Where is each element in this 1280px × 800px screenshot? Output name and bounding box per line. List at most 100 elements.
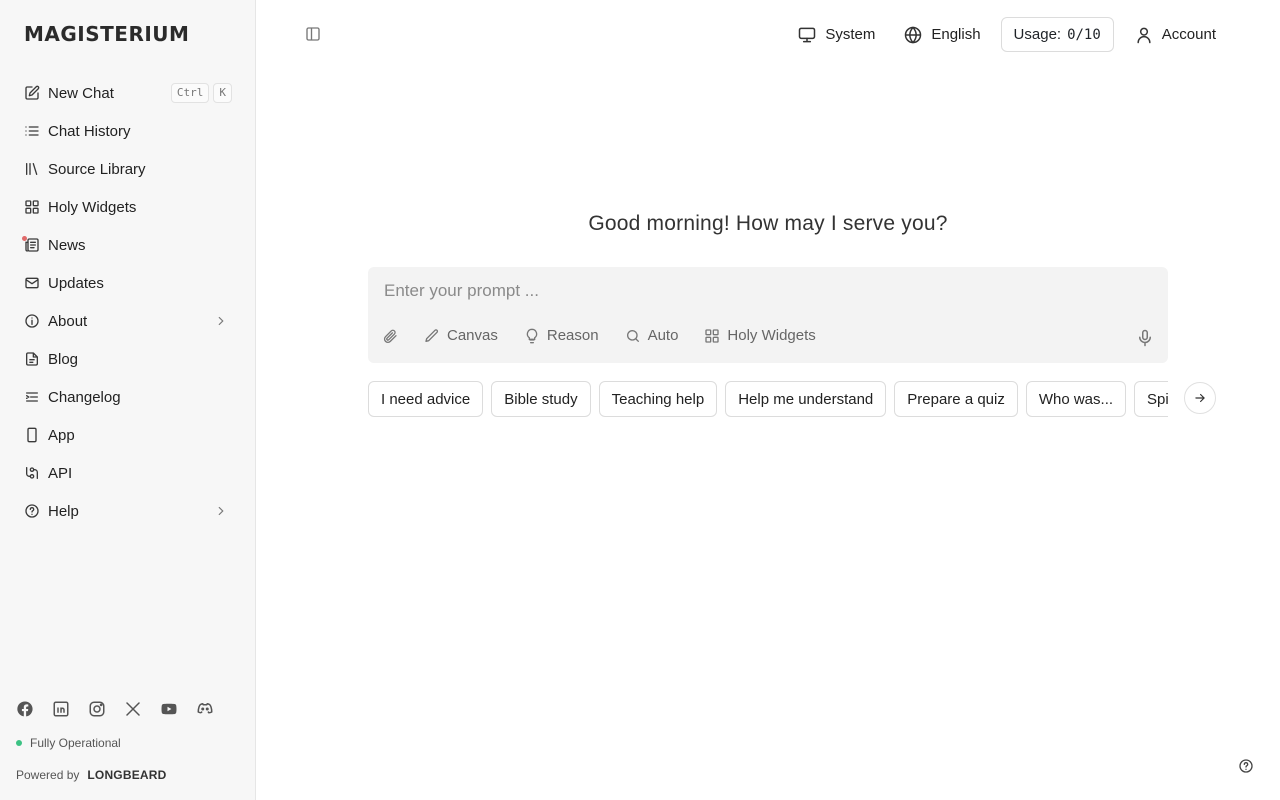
sidebar-item-label: About — [48, 312, 88, 330]
tool-label: Canvas — [447, 327, 498, 344]
library-icon — [24, 161, 40, 177]
tool-reason[interactable]: Reason — [524, 327, 599, 344]
arrow-right-icon — [1195, 393, 1205, 403]
sidebar-item-label: Updates — [48, 274, 104, 292]
sidebar-item-news[interactable]: News — [16, 226, 240, 264]
usage-label: Usage: — [1013, 26, 1062, 43]
tool-label: Auto — [647, 327, 679, 344]
grid-icon — [705, 328, 720, 343]
sidebar-item-chat-history[interactable]: Chat History — [16, 112, 240, 150]
suggestion-chip[interactable]: Spiritual guidance — [1134, 381, 1168, 417]
sidebar-item-label: Chat History — [48, 122, 131, 140]
top-bar: System English Usage: 0/10 Account — [789, 17, 1224, 52]
usage-value: 0/10 — [1067, 26, 1101, 43]
monitor-icon — [799, 27, 816, 42]
sidebar-item-holy-widgets[interactable]: Holy Widgets — [16, 188, 240, 226]
sidebar-item-label: New Chat — [48, 84, 114, 102]
shortcut-keys: Ctrl K — [170, 83, 232, 103]
suggestion-chip[interactable]: Teaching help — [598, 381, 718, 417]
sidebar-item-label: Source Library — [48, 160, 146, 178]
suggestion-chip[interactable]: I need advice — [368, 381, 484, 417]
sidebar: MAGISTERIUM New Chat Ctrl K Chat History… — [0, 0, 256, 800]
powered-by-label: Powered by — [16, 768, 80, 782]
suggestion-chip[interactable]: Help me understand — [725, 381, 887, 417]
sidebar-item-api[interactable]: API — [16, 454, 240, 492]
prompt-box: Canvas Reason Auto Holy Widgets — [368, 267, 1168, 363]
help-icon — [24, 503, 40, 519]
usage-badge[interactable]: Usage: 0/10 — [1000, 17, 1114, 52]
changelog-icon — [24, 389, 40, 405]
document-icon — [24, 351, 40, 367]
mail-icon — [24, 275, 40, 291]
edit-icon — [24, 85, 40, 101]
tool-label: Holy Widgets — [727, 327, 816, 344]
social-links — [16, 700, 214, 718]
sidebar-item-about[interactable]: About — [16, 302, 240, 340]
sidebar-item-label: Changelog — [48, 388, 121, 406]
language-button[interactable]: English — [895, 18, 988, 52]
sidebar-item-label: App — [48, 426, 75, 444]
help-icon[interactable] — [1238, 758, 1254, 774]
kbd-k: K — [213, 83, 232, 103]
language-label: English — [931, 26, 981, 43]
sidebar-item-label: Blog — [48, 350, 79, 368]
instagram-icon[interactable] — [88, 700, 106, 718]
tool-holy-widgets[interactable]: Holy Widgets — [704, 327, 816, 344]
prompt-input[interactable] — [384, 279, 1144, 303]
youtube-icon[interactable] — [160, 700, 178, 718]
sidebar-toggle-icon[interactable] — [304, 25, 322, 43]
facebook-icon[interactable] — [16, 700, 34, 718]
search-icon — [626, 329, 639, 342]
status-text: Fully Operational — [30, 736, 121, 750]
tool-auto[interactable]: Auto — [625, 327, 679, 344]
pencil-icon — [425, 328, 439, 342]
discord-icon[interactable] — [196, 700, 214, 718]
suggestion-chip[interactable]: Who was... — [1025, 381, 1127, 417]
account-button[interactable]: Account — [1126, 18, 1224, 52]
suggestion-chip[interactable]: Prepare a quiz — [894, 381, 1018, 417]
suggestion-chip[interactable]: Bible study — [491, 381, 591, 417]
prompt-tools: Canvas Reason Auto Holy Widgets — [382, 327, 816, 344]
sidebar-item-label: Holy Widgets — [48, 198, 137, 216]
system-status[interactable]: Fully Operational — [16, 736, 121, 750]
powered-by[interactable]: Powered by LONGBEARD — [16, 768, 167, 782]
app-logo[interactable]: MAGISTERIUM — [24, 22, 189, 46]
sidebar-item-app[interactable]: App — [16, 416, 240, 454]
globe-icon — [905, 25, 922, 44]
status-indicator — [16, 740, 22, 746]
suggestion-chips: I need advice Bible study Teaching help … — [368, 381, 1168, 417]
tool-canvas[interactable]: Canvas — [424, 327, 498, 344]
scroll-suggestions-button[interactable] — [1184, 382, 1216, 414]
sidebar-item-help[interactable]: Help — [16, 492, 240, 530]
linkedin-icon[interactable] — [52, 700, 70, 718]
phone-icon — [24, 427, 40, 443]
sidebar-item-blog[interactable]: Blog — [16, 340, 240, 378]
grid-icon — [24, 199, 40, 215]
unread-badge — [22, 236, 27, 241]
sidebar-item-label: Help — [48, 502, 79, 520]
list-icon — [24, 123, 40, 139]
sidebar-item-updates[interactable]: Updates — [16, 264, 240, 302]
sidebar-item-label: API — [48, 464, 73, 482]
lightbulb-icon — [526, 328, 538, 343]
chevron-right-icon — [218, 506, 224, 516]
paperclip-icon[interactable] — [382, 328, 398, 344]
longbeard-logo: LONGBEARD — [87, 768, 167, 782]
microphone-icon[interactable] — [1136, 329, 1154, 347]
api-icon — [24, 465, 40, 481]
sidebar-item-source-library[interactable]: Source Library — [16, 150, 240, 188]
sidebar-nav: New Chat Ctrl K Chat History Source Libr… — [16, 74, 240, 530]
x-icon[interactable] — [124, 700, 142, 718]
kbd-ctrl: Ctrl — [170, 83, 210, 103]
info-icon — [24, 313, 40, 329]
chevron-right-icon — [218, 316, 224, 326]
sidebar-item-changelog[interactable]: Changelog — [16, 378, 240, 416]
user-icon — [1137, 27, 1151, 43]
theme-button[interactable]: System — [789, 18, 883, 52]
greeting-heading: Good morning! How may I serve you? — [588, 212, 948, 235]
sidebar-item-new-chat[interactable]: New Chat Ctrl K — [16, 74, 240, 112]
tool-label: Reason — [546, 327, 599, 344]
theme-label: System — [825, 26, 876, 43]
account-label: Account — [1161, 26, 1216, 43]
sidebar-item-label: News — [48, 236, 86, 254]
